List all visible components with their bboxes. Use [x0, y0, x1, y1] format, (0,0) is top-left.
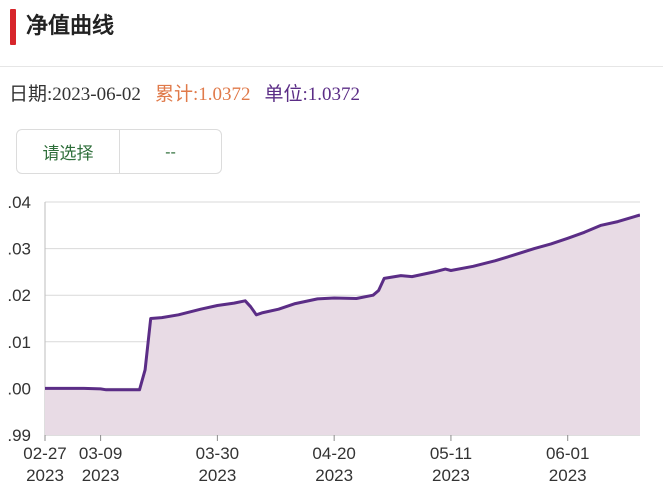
x-tick-label: 03-30 [196, 444, 239, 463]
y-tick-label: .00 [7, 379, 31, 398]
title-accent-bar [10, 9, 16, 45]
x-tick-year-label: 2023 [26, 466, 64, 485]
page-title: 净值曲线 [26, 14, 115, 39]
period-select-button[interactable]: 请选择 [17, 130, 120, 173]
nav-chart: .04 .03 .02 .01 .00 .9902-27 2023 03-09 2023 03-3… [7, 193, 640, 485]
nav-info-line: 日期:2023-06-02 累计:1.0372 单位:1.0372 [9, 82, 360, 108]
period-selected-value[interactable]: -- [120, 130, 221, 173]
y-tick-label: .04 [7, 193, 31, 212]
x-tick-year-label: 2023 [432, 466, 470, 485]
y-tick-label: .03 [7, 240, 31, 259]
x-tick-label: 05-11 [430, 444, 472, 463]
x-tick-year-label: 2023 [549, 466, 587, 485]
series-area [45, 215, 640, 435]
x-tick-year-label: 2023 [82, 466, 120, 485]
period-selector: 请选择 -- [16, 129, 222, 174]
y-tick-label: .99 [7, 426, 31, 445]
nav-cumulative-value: 累计:1.0372 [154, 84, 251, 105]
y-tick-label: .01 [7, 333, 31, 352]
x-tick-year-label: 2023 [315, 466, 353, 485]
x-tick-label: 02-27 [23, 444, 66, 463]
nav-date: 日期:2023-06-02 [9, 84, 141, 105]
header-divider [0, 66, 663, 67]
y-tick-label: .02 [7, 286, 31, 305]
nav-unit-value: 单位:1.0372 [264, 84, 360, 105]
x-tick-year-label: 2023 [198, 466, 236, 485]
x-tick-label: 03-09 [79, 444, 122, 463]
x-tick-label: 04-20 [312, 444, 355, 463]
x-tick-label: 06-01 [546, 444, 589, 463]
